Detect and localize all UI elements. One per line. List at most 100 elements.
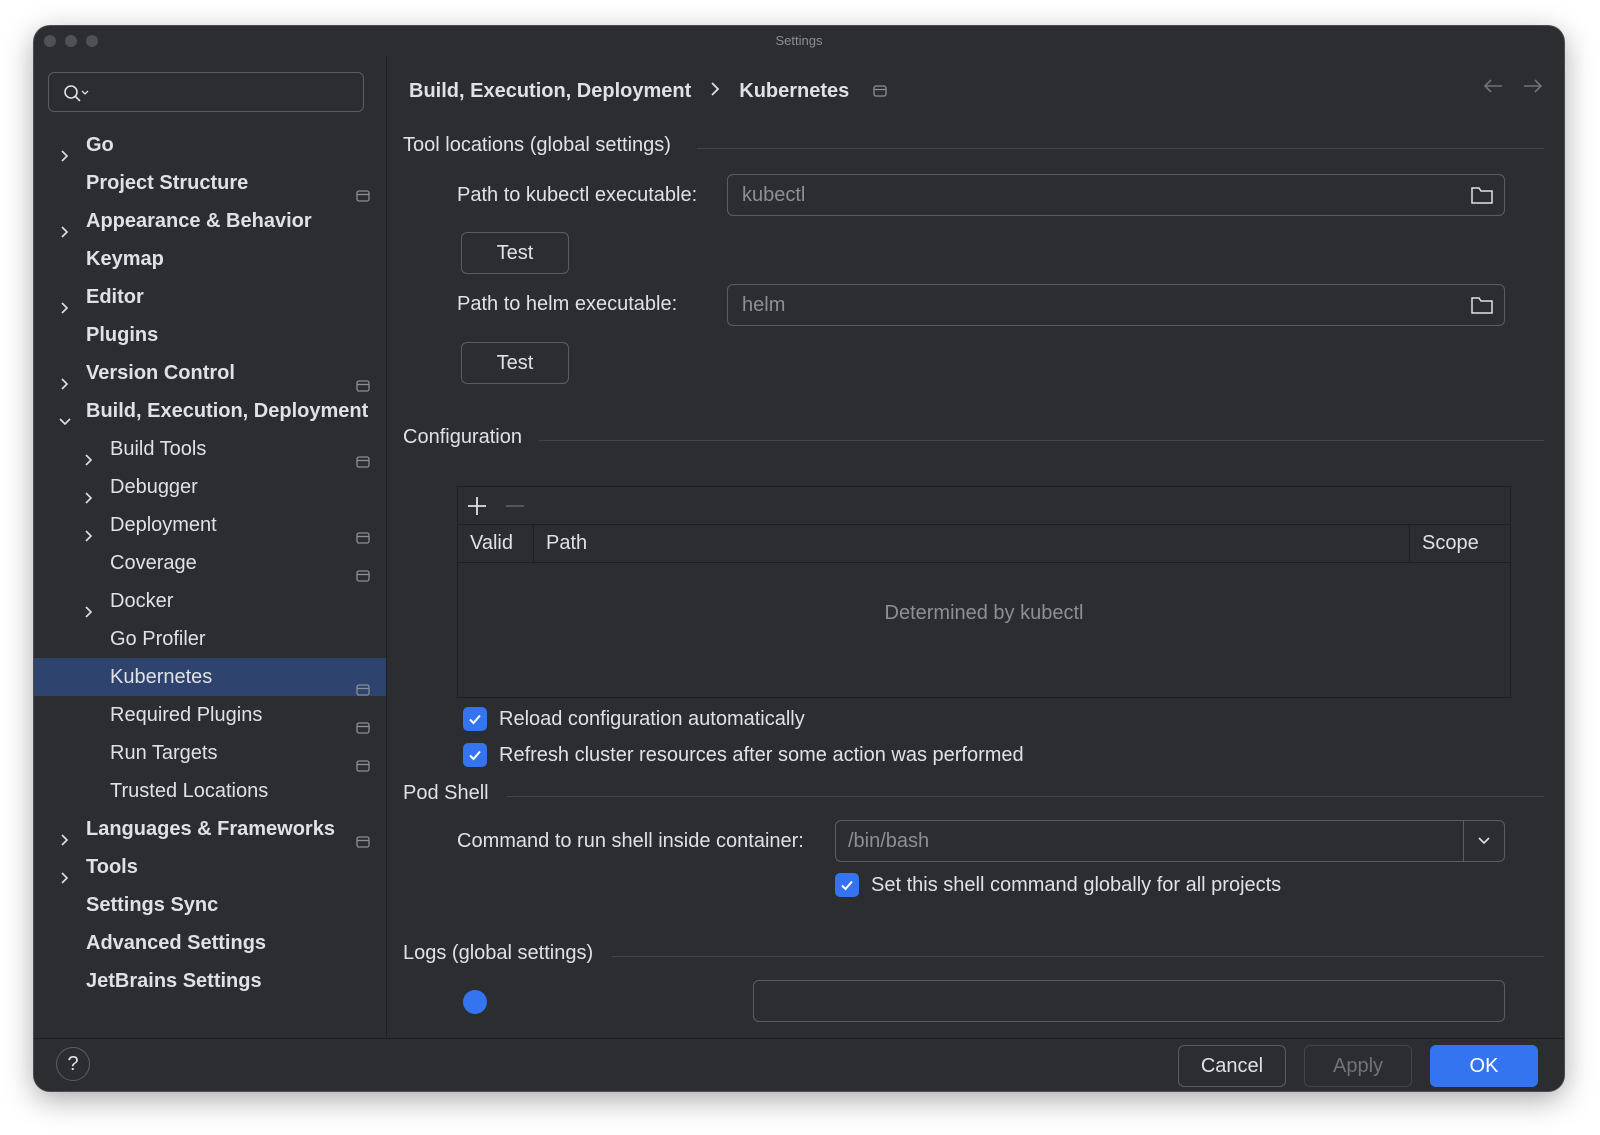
folder-icon[interactable] <box>1470 185 1494 205</box>
help-button[interactable]: ? <box>56 1047 90 1081</box>
chevron-right-icon[interactable] <box>58 822 72 846</box>
sidebar-item-run-targets[interactable]: Run Targets <box>34 734 386 772</box>
chevron-right-icon[interactable] <box>58 214 72 238</box>
sidebar-item-jetbrains-settings[interactable]: JetBrains Settings <box>34 962 386 1000</box>
logs-title: Logs (global settings) <box>403 942 594 964</box>
sidebar-item-tools[interactable]: Tools <box>34 848 386 886</box>
sidebar-item-advanced-settings[interactable]: Advanced Settings <box>34 924 386 962</box>
sidebar-item-kubernetes[interactable]: Kubernetes <box>34 658 386 696</box>
chevron-right-icon[interactable] <box>58 138 72 162</box>
sidebar-item-version-control[interactable]: Version Control <box>34 354 386 392</box>
helm-path-value: helm <box>742 294 786 316</box>
sidebar-item-label: Version Control <box>86 362 235 384</box>
search-input[interactable] <box>48 72 364 112</box>
sidebar-item-project-structure[interactable]: Project Structure <box>34 164 386 202</box>
navigation-arrows <box>1482 78 1544 94</box>
reload-config-checkbox[interactable]: Reload configuration automatically <box>463 706 805 732</box>
sidebar-item-editor[interactable]: Editor <box>34 278 386 316</box>
forward-arrow-icon[interactable] <box>1522 78 1544 94</box>
chevron-right-icon <box>709 76 721 106</box>
sidebar-item-build-execution-deployment[interactable]: Build, Execution, Deployment <box>34 392 386 430</box>
kubeconfig-table: Valid Path Scope Determined by kubectl <box>457 486 1511 698</box>
dialog-footer: ? Cancel Apply OK <box>34 1038 1564 1091</box>
remove-icon[interactable] <box>504 495 526 517</box>
sidebar-item-label: Go Profiler <box>110 628 206 650</box>
sidebar-item-label: Project Structure <box>86 172 249 194</box>
breadcrumb-parent[interactable]: Build, Execution, Deployment <box>409 76 691 106</box>
sidebar-item-build-tools[interactable]: Build Tools <box>34 430 386 468</box>
chevron-right-icon[interactable] <box>58 366 72 390</box>
breadcrumb: Build, Execution, Deployment Kubernetes <box>409 76 887 106</box>
table-header: Valid Path Scope <box>458 525 1510 563</box>
cancel-button[interactable]: Cancel <box>1178 1045 1286 1087</box>
apply-button[interactable]: Apply <box>1304 1045 1412 1087</box>
back-arrow-icon[interactable] <box>1482 78 1504 94</box>
column-valid[interactable]: Valid <box>458 525 534 562</box>
chevron-right-icon[interactable] <box>82 594 96 618</box>
folder-icon[interactable] <box>1470 295 1494 315</box>
sidebar-item-trusted-locations[interactable]: Trusted Locations <box>34 772 386 810</box>
sidebar-item-go[interactable]: Go <box>34 126 386 164</box>
zoom-window-button[interactable] <box>86 35 98 47</box>
chevron-right-icon[interactable] <box>58 290 72 314</box>
chevron-right-icon[interactable] <box>82 480 96 504</box>
refresh-resources-checkbox[interactable]: Refresh cluster resources after some act… <box>463 742 1024 768</box>
section-divider <box>612 956 1544 957</box>
sidebar-item-label: Plugins <box>86 324 159 346</box>
minimize-window-button[interactable] <box>65 35 77 47</box>
checkmark-icon[interactable] <box>835 873 859 897</box>
chevron-down-icon[interactable] <box>1463 821 1504 861</box>
sidebar-item-debugger[interactable]: Debugger <box>34 468 386 506</box>
table-toolbar <box>458 487 1510 525</box>
sidebar-item-label: Settings Sync <box>86 894 219 916</box>
logs-field[interactable] <box>753 980 1505 1022</box>
chevron-down-icon[interactable] <box>58 404 72 426</box>
add-icon[interactable] <box>466 495 488 517</box>
breadcrumb-current: Kubernetes <box>739 80 850 102</box>
shell-global-checkbox[interactable]: Set this shell command globally for all … <box>835 872 1281 898</box>
sidebar-item-label: Run Targets <box>110 742 218 764</box>
sidebar-item-label: Build Tools <box>110 438 207 460</box>
settings-sidebar: Go Project Structure Appearance & Behavior… <box>34 56 387 1039</box>
sidebar-item-deployment[interactable]: Deployment <box>34 506 386 544</box>
sidebar-item-keymap[interactable]: Keymap <box>34 240 386 278</box>
checkmark-icon[interactable] <box>463 743 487 767</box>
sidebar-item-go-profiler[interactable]: Go Profiler <box>34 620 386 658</box>
checkmark-icon[interactable] <box>463 707 487 731</box>
helm-path-field[interactable]: helm <box>727 284 1505 326</box>
shell-command-combo[interactable]: /bin/bash <box>835 820 1505 862</box>
sidebar-item-plugins[interactable]: Plugins <box>34 316 386 354</box>
sidebar-item-docker[interactable]: Docker <box>34 582 386 620</box>
sidebar-item-label: Languages & Frameworks <box>86 818 335 840</box>
settings-content: Build, Execution, Deployment Kubernetes … <box>387 56 1564 1039</box>
settings-tree: Go Project Structure Appearance & Behavior… <box>34 126 386 1000</box>
logs-radio[interactable] <box>463 990 487 1014</box>
column-scope[interactable]: Scope <box>1410 525 1510 562</box>
sidebar-item-settings-sync[interactable]: Settings Sync <box>34 886 386 924</box>
window-controls <box>44 35 98 47</box>
ok-button[interactable]: OK <box>1430 1045 1538 1087</box>
column-path[interactable]: Path <box>534 525 1410 562</box>
helm-test-button[interactable]: Test <box>461 342 569 384</box>
sidebar-item-label: Editor <box>86 286 144 308</box>
sidebar-item-coverage[interactable]: Coverage <box>34 544 386 582</box>
kubectl-path-value: kubectl <box>742 184 806 206</box>
chevron-right-icon[interactable] <box>82 518 96 542</box>
kubectl-test-button[interactable]: Test <box>461 232 569 274</box>
sidebar-item-label: Deployment <box>110 514 217 536</box>
section-divider <box>507 796 1544 797</box>
window-title: Settings <box>775 33 823 48</box>
sidebar-item-languages-frameworks[interactable]: Languages & Frameworks <box>34 810 386 848</box>
title-bar: Settings <box>34 26 1564 56</box>
refresh-resources-label: Refresh cluster resources after some act… <box>499 744 1024 766</box>
chevron-right-icon[interactable] <box>58 860 72 884</box>
settings-window: Settings Go Project Structure Appearance &… <box>34 26 1564 1091</box>
sidebar-item-label: Kubernetes <box>110 666 213 688</box>
close-window-button[interactable] <box>44 35 56 47</box>
helm-path-label: Path to helm executable: <box>457 293 678 315</box>
chevron-right-icon[interactable] <box>82 442 96 466</box>
sidebar-item-appearance-behavior[interactable]: Appearance & Behavior <box>34 202 386 240</box>
kubectl-path-field[interactable]: kubectl <box>727 174 1505 216</box>
sidebar-item-required-plugins[interactable]: Required Plugins <box>34 696 386 734</box>
sidebar-item-label: Debugger <box>110 476 198 498</box>
